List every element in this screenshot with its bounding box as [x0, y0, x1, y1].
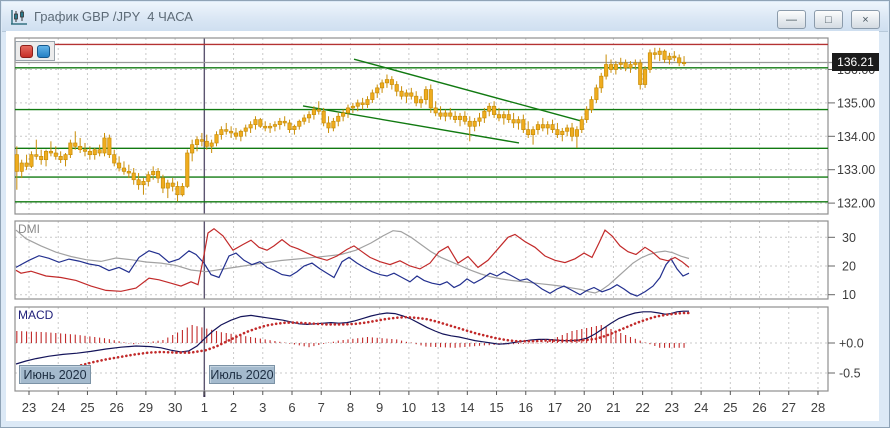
price-axis-label: 134.00 — [837, 130, 875, 144]
x-axis-day-label: 24 — [694, 400, 708, 415]
x-axis-day-label: 20 — [577, 400, 591, 415]
x-axis-day-label: 23 — [22, 400, 36, 415]
x-axis-day-label: 24 — [51, 400, 65, 415]
x-axis-day-label: 28 — [811, 400, 825, 415]
macd-axis-label: +0.0 — [839, 337, 864, 351]
chart-client-area: 136.00135.00134.00133.00132.00302010+0.0… — [6, 31, 879, 421]
title-bar[interactable]: График GBP /JPY 4 ЧАСА — □ × — [2, 2, 888, 32]
x-axis-day-label: 22 — [635, 400, 649, 415]
x-axis-day-label: 6 — [288, 400, 295, 415]
x-axis-day-label: 25 — [80, 400, 94, 415]
x-axis-day-label: 3 — [259, 400, 266, 415]
panel-border — [14, 306, 829, 392]
month-label-july: Июль 2020 — [209, 365, 275, 384]
x-axis-day-label: 21 — [606, 400, 620, 415]
x-axis-day-label: 8 — [347, 400, 354, 415]
x-axis-day-label: 1 — [201, 400, 208, 415]
macd-panel-label: MACD — [18, 308, 54, 322]
window-controls: — □ × — [777, 10, 880, 29]
month-label-june: Июнь 2020 — [19, 365, 91, 384]
x-axis-day-label: 13 — [431, 400, 445, 415]
chart-window: График GBP /JPY 4 ЧАСА — □ × 136.00135.0… — [0, 0, 890, 428]
dmi-axis-label: 10 — [842, 288, 856, 302]
x-axis-day-label: 7 — [318, 400, 325, 415]
minimize-button[interactable]: — — [777, 10, 806, 29]
blue-swatch-button[interactable] — [37, 44, 50, 58]
color-buttons-toolbar — [15, 41, 55, 61]
x-axis-day-label: 16 — [519, 400, 533, 415]
dmi-axis-label: 20 — [842, 260, 856, 274]
chart-canvas[interactable]: 136.00135.00134.00133.00132.00302010+0.0… — [6, 31, 879, 421]
x-axis: 23 24 25 26 29 30 1 2 3 6 7 8 9 10 13 14 15 16 17 20 21 22 23 2… — [22, 391, 825, 415]
right-axis: 136.00135.00134.00133.00132.00302010+0.0… — [828, 63, 875, 381]
x-axis-day-label: 27 — [782, 400, 796, 415]
x-axis-day-label: 14 — [460, 400, 474, 415]
x-axis-day-label: 25 — [723, 400, 737, 415]
x-axis-day-label: 2 — [230, 400, 237, 415]
current-price-tag: 136.21 — [832, 53, 879, 71]
price-axis-label: 135.00 — [837, 96, 875, 110]
window-title: График GBP /JPY 4 ЧАСА — [34, 9, 193, 24]
dmi-panel-label: DMI — [18, 222, 40, 236]
x-axis-day-label: 26 — [109, 400, 123, 415]
x-axis-day-label: 26 — [752, 400, 766, 415]
red-swatch-button[interactable] — [20, 44, 33, 58]
price-levels-layer — [15, 43, 833, 203]
restore-button[interactable]: □ — [814, 10, 843, 29]
price-axis-label: 132.00 — [837, 197, 875, 211]
x-axis-day-label: 29 — [139, 400, 153, 415]
macd-axis-label: -0.5 — [839, 367, 861, 381]
x-axis-day-label: 23 — [665, 400, 679, 415]
x-axis-day-label: 9 — [376, 400, 383, 415]
x-axis-day-label: 15 — [489, 400, 503, 415]
candlestick-chart-icon — [10, 9, 28, 25]
dmi-axis-label: 30 — [842, 231, 856, 245]
x-axis-day-label: 17 — [548, 400, 562, 415]
close-button[interactable]: × — [851, 10, 880, 29]
price-axis-label: 133.00 — [837, 163, 875, 177]
x-axis-day-label: 30 — [168, 400, 182, 415]
x-axis-day-label: 10 — [402, 400, 416, 415]
